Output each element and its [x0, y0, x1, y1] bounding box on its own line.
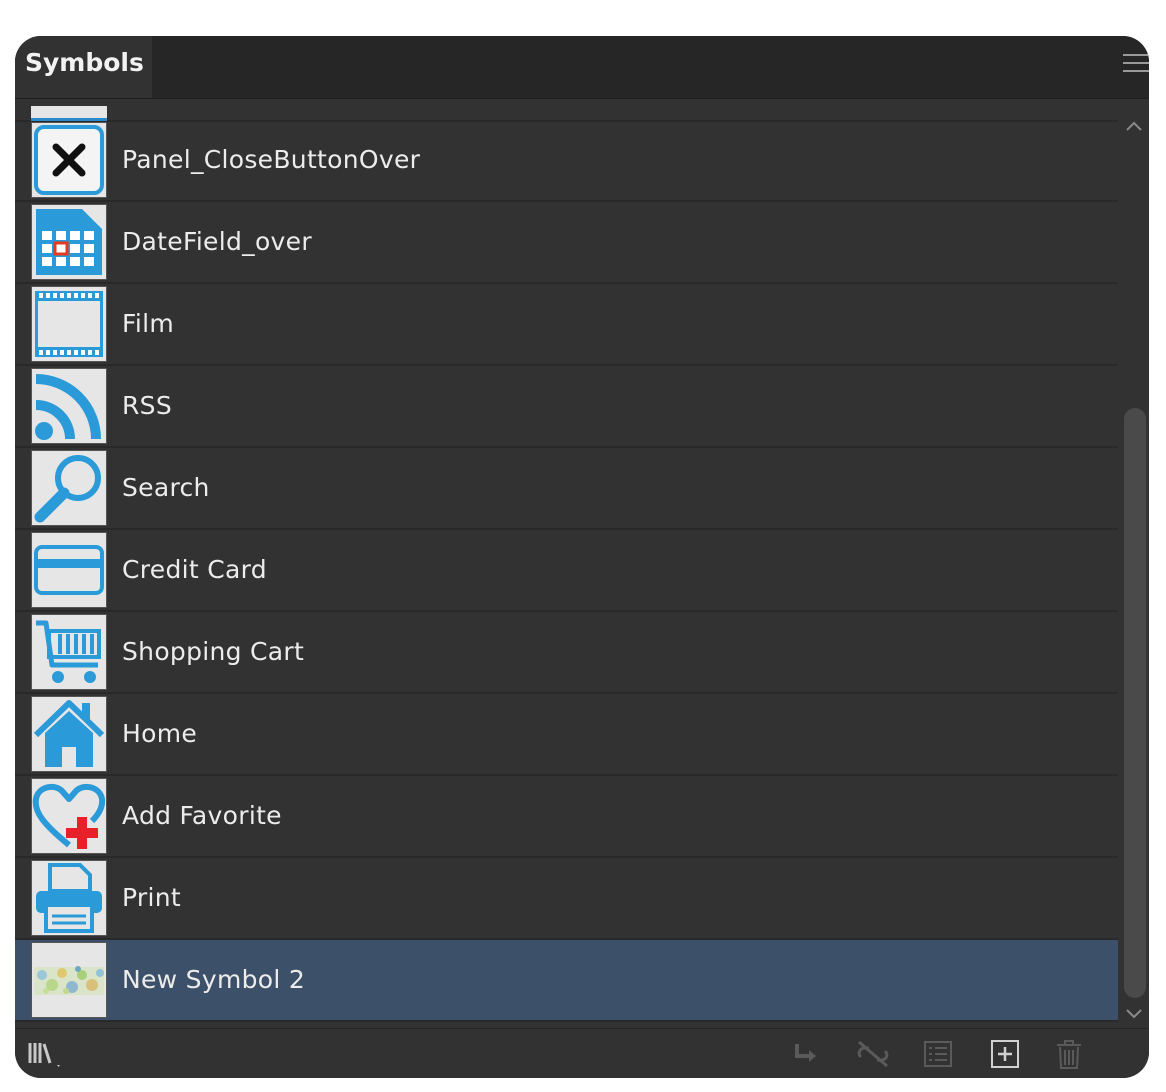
heart-plus-icon [31, 778, 107, 854]
symbol-row-add-favorite[interactable]: Add Favorite [15, 776, 1118, 858]
symbol-row-home[interactable]: Home [15, 694, 1118, 776]
credit-card-icon [31, 532, 107, 608]
place-symbol-instance-icon[interactable] [787, 1038, 823, 1070]
symbol-label: Print [122, 883, 182, 912]
symbol-label: Home [122, 719, 198, 748]
panel-menu-icon[interactable] [1123, 54, 1149, 76]
break-link-icon[interactable] [855, 1038, 891, 1070]
tab-symbols[interactable]: Symbols [15, 36, 152, 98]
symbol-list: Panel_CloseButtonOver DateField_over Fil… [15, 106, 1118, 1026]
symbol-row-rss[interactable]: RSS [15, 366, 1118, 448]
close-x-icon [31, 122, 107, 198]
symbol-label: Credit Card [122, 555, 267, 584]
rss-icon [31, 368, 107, 444]
symbol-row-print[interactable]: Print [15, 858, 1118, 940]
symbol-label: DateField_over [122, 227, 312, 256]
printer-icon [31, 860, 107, 936]
pattern-swatch-icon [31, 942, 107, 1018]
panel-titlebar: Symbols [15, 36, 1149, 99]
symbol-label: Panel_CloseButtonOver [122, 145, 421, 174]
scroll-up-icon[interactable] [1125, 118, 1143, 132]
symbols-panel: Symbols Panel_CloseButtonOver DateField_… [15, 36, 1149, 1078]
calendar-icon [31, 204, 107, 280]
vertical-scrollbar[interactable] [1118, 106, 1149, 1028]
symbol-label: Film [122, 309, 175, 338]
symbol-row-new-symbol-2[interactable]: New Symbol 2 [15, 940, 1118, 1022]
symbol-label: Add Favorite [122, 801, 282, 830]
symbol-label: New Symbol 2 [122, 965, 306, 994]
film-icon [31, 286, 107, 362]
symbol-libraries-icon[interactable] [27, 1038, 63, 1070]
symbol-options-icon[interactable] [919, 1038, 955, 1070]
symbol-thumbnail [31, 106, 107, 121]
symbol-row-film[interactable]: Film [15, 284, 1118, 366]
new-symbol-icon[interactable] [987, 1038, 1023, 1070]
symbol-row-panel-closebuttonover[interactable]: Panel_CloseButtonOver [15, 120, 1118, 202]
scrollbar-thumb[interactable] [1124, 408, 1146, 998]
scroll-down-icon[interactable] [1125, 1006, 1143, 1020]
symbol-row-shopping-cart[interactable]: Shopping Cart [15, 612, 1118, 694]
symbol-row-credit-card[interactable]: Credit Card [15, 530, 1118, 612]
delete-symbol-icon[interactable] [1051, 1038, 1087, 1070]
magnifier-icon [31, 450, 107, 526]
symbol-row-datefield-over[interactable]: DateField_over [15, 202, 1118, 284]
shopping-cart-icon [31, 614, 107, 690]
symbol-label: Search [122, 473, 210, 502]
panel-footer-toolbar [15, 1028, 1149, 1078]
symbol-row-search[interactable]: Search [15, 448, 1118, 530]
symbol-label: RSS [122, 391, 173, 420]
symbol-label: Shopping Cart [122, 637, 305, 666]
home-icon [31, 696, 107, 772]
